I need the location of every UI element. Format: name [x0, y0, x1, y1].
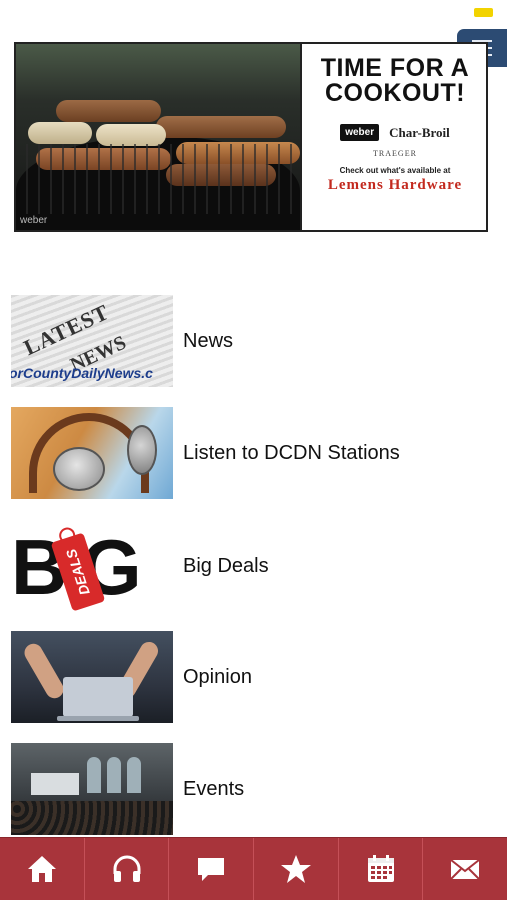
star-icon — [280, 855, 311, 883]
news-thumbnail: LATEST NEWS orCountyDailyNews.c — [11, 295, 173, 387]
tab-favorites[interactable] — [254, 838, 339, 900]
ad-headline-line2: COOKOUT! — [324, 79, 466, 107]
tab-listen[interactable] — [85, 838, 170, 900]
bottom-tab-bar — [0, 837, 507, 900]
menu-item-label: Events — [183, 777, 245, 800]
tab-home[interactable] — [0, 838, 85, 900]
chat-icon — [198, 858, 225, 881]
menu-item-label: Opinion — [183, 665, 252, 688]
menu-item-label: Listen to DCDN Stations — [183, 441, 400, 464]
store-name: Lemens Hardware — [327, 177, 463, 193]
charbroil-logo: Char-Broil — [389, 124, 450, 140]
opinion-thumbnail — [11, 631, 173, 723]
calendar-icon — [367, 855, 394, 882]
grill-photo: weber — [16, 44, 300, 230]
home-icon — [27, 856, 56, 882]
menu-item-events[interactable]: Events — [11, 743, 501, 835]
tab-events[interactable] — [339, 838, 424, 900]
menu-item-news[interactable]: LATEST NEWS orCountyDailyNews.c News — [11, 295, 501, 387]
menu-item-label: News — [183, 329, 234, 352]
menu-item-label: Big Deals — [183, 554, 269, 577]
big-deals-thumbnail: BIG DEALS — [11, 520, 173, 612]
menu-item-opinion[interactable]: Opinion — [11, 631, 501, 723]
menu-item-big-deals[interactable]: BIG DEALS Big Deals — [11, 520, 501, 612]
tab-contact[interactable] — [423, 838, 507, 900]
menu-item-listen[interactable]: Listen to DCDN Stations — [11, 407, 501, 499]
headphones-thumbnail — [11, 407, 173, 499]
cookout-ad-banner[interactable]: weber TIME FOR A COOKOUT! weber Char-Bro… — [14, 42, 488, 232]
ad-copy: TIME FOR A COOKOUT! weber Char-Broil TRA… — [300, 44, 486, 230]
headphones-icon — [113, 855, 140, 882]
traeger-logo: TRAEGER — [373, 149, 417, 158]
ad-tagline: Check out what's available at — [339, 166, 451, 175]
weber-logo: weber — [340, 124, 380, 141]
events-thumbnail — [11, 743, 173, 835]
mail-icon — [450, 859, 480, 880]
photo-caption: weber — [20, 215, 48, 226]
ad-headline-line1: TIME FOR A — [320, 54, 470, 82]
status-indicator — [474, 8, 493, 17]
thumb-tag-text: DEALS — [63, 546, 93, 598]
thumb-url-text: orCountyDailyNews.c — [11, 365, 153, 381]
tab-opinion[interactable] — [169, 838, 255, 900]
